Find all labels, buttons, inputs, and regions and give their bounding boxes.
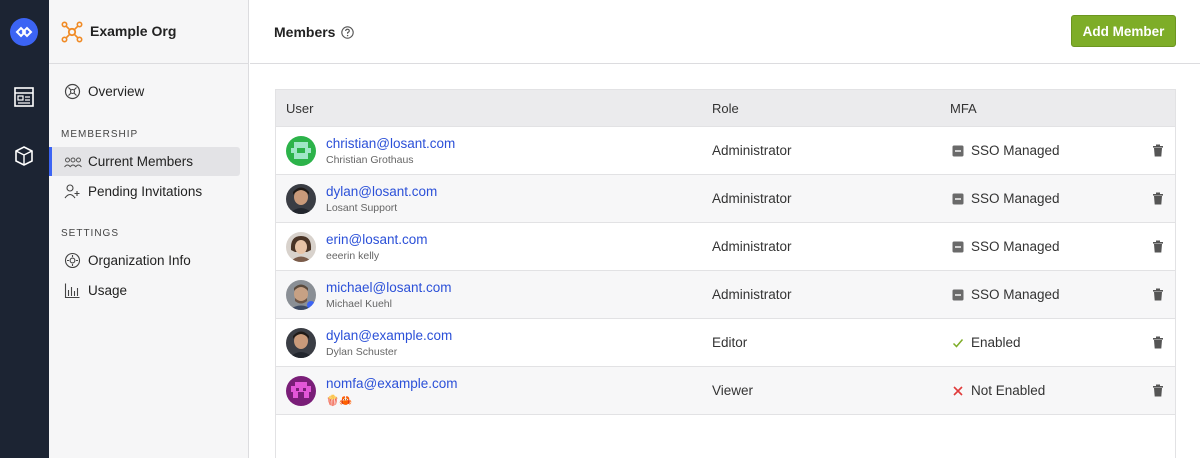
sidebar-item-label: Usage (88, 283, 128, 298)
losant-logo-icon[interactable] (10, 18, 38, 46)
mfa-status-label: SSO Managed (971, 239, 1060, 254)
delete-member-trash-icon[interactable] (1152, 288, 1164, 301)
sidebar-item-organization-info[interactable]: Organization Info (49, 246, 240, 275)
member-email-link[interactable]: dylan@losant.com (326, 184, 437, 199)
user-plus-icon (63, 182, 82, 201)
dashboard-icon[interactable] (13, 86, 35, 108)
org-network-icon (61, 21, 83, 43)
gear-icon (63, 251, 82, 270)
delete-member-trash-icon[interactable] (1152, 384, 1164, 397)
sidebar-item-label: Current Members (88, 154, 194, 169)
settings-heading: SETTINGS (61, 228, 120, 239)
app-rail (0, 0, 49, 458)
members-table: User Role MFA christian@losant.com Chris… (275, 89, 1176, 458)
org-header: Example Org (49, 0, 248, 64)
org-sidebar: Example Org Overview MEMBERSHIP Current … (49, 0, 249, 458)
table-row: dylan@losant.com Losant Support Administ… (276, 175, 1175, 223)
member-name: Michael Kuehl (326, 298, 392, 310)
delete-member-trash-icon[interactable] (1152, 192, 1164, 205)
mfa-status: SSO Managed (952, 239, 1060, 254)
users-group-icon (63, 152, 82, 171)
column-header-role[interactable]: Role (712, 101, 739, 116)
member-name: Dylan Schuster (326, 346, 398, 358)
minus-square-icon (952, 241, 964, 253)
mfa-status: SSO Managed (952, 143, 1060, 158)
member-email-link[interactable]: michael@losant.com (326, 280, 452, 295)
avatar (286, 136, 316, 166)
minus-square-icon (952, 289, 964, 301)
cube-icon[interactable] (13, 145, 35, 167)
member-name: 🍿🦀 (326, 395, 353, 407)
org-name: Example Org (90, 23, 177, 39)
member-email-link[interactable]: dylan@example.com (326, 328, 452, 343)
member-name: eeerin kelly (326, 250, 380, 262)
table-row: nomfa@example.com 🍿🦀 Viewer Not Enabled (276, 367, 1175, 415)
member-email-link[interactable]: nomfa@example.com (326, 376, 458, 391)
table-row: erin@losant.com eeerin kelly Administrat… (276, 223, 1175, 271)
mfa-status: SSO Managed (952, 191, 1060, 206)
x-icon (952, 385, 964, 397)
table-row: christian@losant.com Christian Grothaus … (276, 127, 1175, 175)
membership-heading: MEMBERSHIP (61, 129, 139, 140)
table-header: User Role MFA (276, 90, 1175, 127)
member-role: Editor (712, 335, 748, 350)
avatar (286, 280, 316, 310)
member-name: Losant Support (326, 202, 398, 214)
minus-square-icon (952, 193, 964, 205)
mfa-status: Enabled (952, 335, 1021, 350)
mfa-status-label: SSO Managed (971, 287, 1060, 302)
sidebar-item-label: Organization Info (88, 253, 191, 268)
main-header: Members Add Member (250, 0, 1200, 64)
mfa-status-label: Not Enabled (971, 383, 1046, 398)
delete-member-trash-icon[interactable] (1152, 144, 1164, 157)
sidebar-item-current-members[interactable]: Current Members (49, 147, 240, 176)
avatar (286, 232, 316, 262)
bar-chart-icon (63, 281, 82, 300)
sidebar-item-label: Pending Invitations (88, 184, 203, 199)
member-role: Administrator (712, 287, 792, 302)
delete-member-trash-icon[interactable] (1152, 336, 1164, 349)
overview-icon (63, 82, 82, 101)
member-name: Christian Grothaus (326, 154, 414, 166)
column-header-user[interactable]: User (286, 101, 313, 116)
sidebar-item-label: Overview (88, 84, 145, 99)
add-member-button[interactable]: Add Member (1071, 15, 1176, 47)
mfa-status-label: SSO Managed (971, 191, 1060, 206)
minus-square-icon (952, 145, 964, 157)
mfa-status-label: Enabled (971, 335, 1021, 350)
sidebar-item-pending-invitations[interactable]: Pending Invitations (49, 177, 240, 206)
mfa-status-label: SSO Managed (971, 143, 1060, 158)
delete-member-trash-icon[interactable] (1152, 240, 1164, 253)
table-row: michael@losant.com Michael Kuehl Adminis… (276, 271, 1175, 319)
member-role: Administrator (712, 239, 792, 254)
mfa-status: SSO Managed (952, 287, 1060, 302)
avatar (286, 328, 316, 358)
member-role: Administrator (712, 143, 792, 158)
avatar (286, 376, 316, 406)
table-row: dylan@example.com Dylan Schuster Editor … (276, 319, 1175, 367)
mfa-status: Not Enabled (952, 383, 1045, 398)
member-role: Viewer (712, 383, 754, 398)
member-role: Administrator (712, 191, 792, 206)
sidebar-item-overview[interactable]: Overview (49, 77, 240, 106)
member-email-link[interactable]: christian@losant.com (326, 136, 455, 151)
page-title: Members (274, 24, 336, 40)
check-icon (952, 337, 964, 349)
help-icon[interactable] (341, 26, 354, 39)
sidebar-item-usage[interactable]: Usage (49, 276, 240, 305)
column-header-mfa[interactable]: MFA (950, 101, 977, 116)
avatar (286, 184, 316, 214)
member-email-link[interactable]: erin@losant.com (326, 232, 428, 247)
